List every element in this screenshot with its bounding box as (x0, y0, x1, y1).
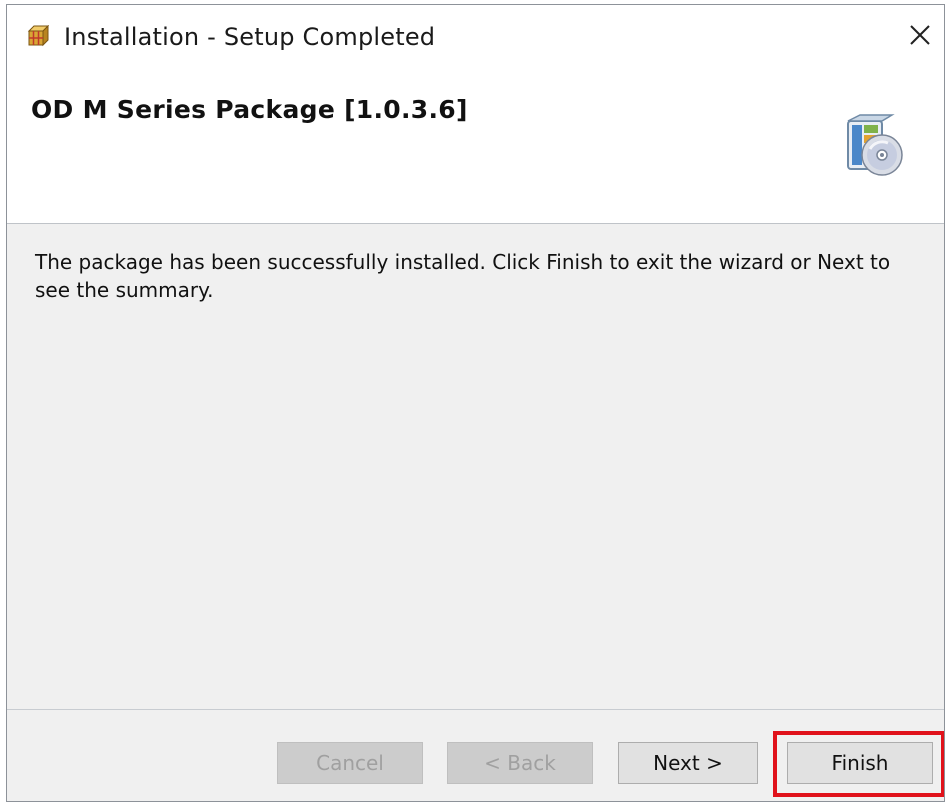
completion-message: The package has been successfully instal… (35, 250, 891, 302)
wizard-header: OD M Series Package [1.0.3.6] (7, 73, 944, 224)
finish-button[interactable]: Finish (787, 742, 933, 784)
close-button[interactable] (902, 17, 938, 53)
next-button[interactable]: Next > (618, 742, 758, 784)
title-bar: Installation - Setup Completed (7, 5, 944, 73)
back-button[interactable]: < Back (447, 742, 593, 784)
installer-window: Installation - Setup Completed OD M Seri… (6, 4, 945, 802)
installer-box-icon (27, 24, 50, 47)
close-icon (910, 25, 930, 45)
package-title: OD M Series Package [1.0.3.6] (31, 95, 468, 124)
package-disc-icon (842, 113, 906, 181)
window-title: Installation - Setup Completed (64, 23, 436, 51)
wizard-content: The package has been successfully instal… (7, 224, 944, 709)
cancel-button[interactable]: Cancel (277, 742, 423, 784)
wizard-footer: Cancel < Back Next > Finish (7, 709, 944, 801)
